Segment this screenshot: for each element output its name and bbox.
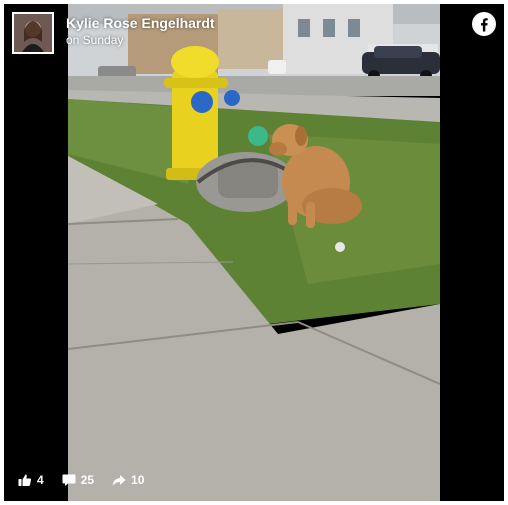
author-name[interactable]: Kylie Rose Engelhardt [66,14,215,32]
like-count: 4 [37,473,44,487]
comment-stat[interactable]: 25 [62,473,94,487]
post-header: Kylie Rose Engelhardt on Sunday [12,12,215,56]
post-stats: 4 25 10 [18,473,144,487]
facebook-embedded-post: Kylie Rose Engelhardt on Sunday 4 25 10 [4,4,504,501]
post-timestamp[interactable]: on Sunday [66,32,215,48]
share-count: 10 [131,473,145,487]
author-avatar[interactable] [12,12,54,54]
comment-icon [62,474,76,486]
post-photo[interactable] [68,4,440,501]
thumbs-up-icon [18,474,32,486]
share-arrow-icon [112,475,126,486]
share-stat[interactable]: 10 [112,473,144,487]
facebook-logo-icon[interactable] [472,12,496,36]
comment-count: 25 [80,473,95,487]
post-meta: Kylie Rose Engelhardt on Sunday [66,14,215,48]
like-stat[interactable]: 4 [18,473,44,487]
avatar-photo-icon [14,14,52,52]
